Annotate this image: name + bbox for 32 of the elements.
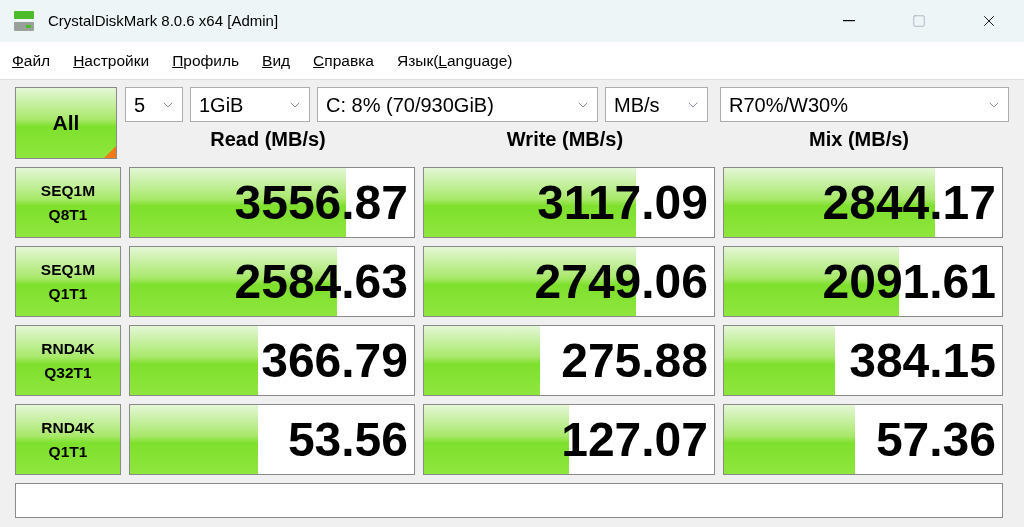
result-value: 275.88 xyxy=(561,336,708,385)
dropdown[interactable]: 1GiB xyxy=(190,87,310,122)
maximize-icon xyxy=(912,14,926,28)
dropdown[interactable]: 5 xyxy=(125,87,183,122)
window-title: CrystalDiskMark 8.0.6 x64 [Admin] xyxy=(48,10,279,31)
dropdown[interactable]: R70%/W30% xyxy=(720,87,1009,122)
menu-item[interactable]: Файл xyxy=(6,48,57,73)
column-header: Mix (MB/s) xyxy=(809,127,909,152)
test-button[interactable]: SEQ1M Q1T1 xyxy=(15,246,121,317)
comment-field[interactable] xyxy=(15,483,1003,518)
dropdown[interactable]: C: 8% (70/930GiB) xyxy=(317,87,598,122)
menu-item[interactable]: Профиль xyxy=(166,48,246,73)
result-value: 57.36 xyxy=(875,415,996,464)
column-header: Read (MB/s) xyxy=(210,127,326,152)
all-button[interactable]: All xyxy=(15,87,117,159)
menu-item[interactable]: Настройки xyxy=(67,48,156,73)
dropdown[interactable]: MB/s xyxy=(605,87,708,122)
result-value: 384.15 xyxy=(849,336,996,385)
result-value: 2091.61 xyxy=(822,257,996,306)
menu-item[interactable]: Справка xyxy=(307,48,380,73)
result-value: 366.79 xyxy=(261,336,408,385)
column-header: Write (MB/s) xyxy=(506,127,624,152)
test-button[interactable]: RND4K Q32T1 xyxy=(15,325,121,396)
result-value: 53.56 xyxy=(287,415,408,464)
menu-item[interactable]: Язык(Language) xyxy=(390,48,519,73)
app-icon xyxy=(12,9,36,33)
test-button[interactable]: SEQ1M Q8T1 xyxy=(15,167,121,238)
corner-triangle-icon xyxy=(104,146,116,158)
test-button[interactable]: RND4K Q1T1 xyxy=(15,404,121,475)
minimize-icon xyxy=(843,20,855,22)
result-value: 127.07 xyxy=(561,415,708,464)
menu-item[interactable]: Вид xyxy=(256,48,297,73)
